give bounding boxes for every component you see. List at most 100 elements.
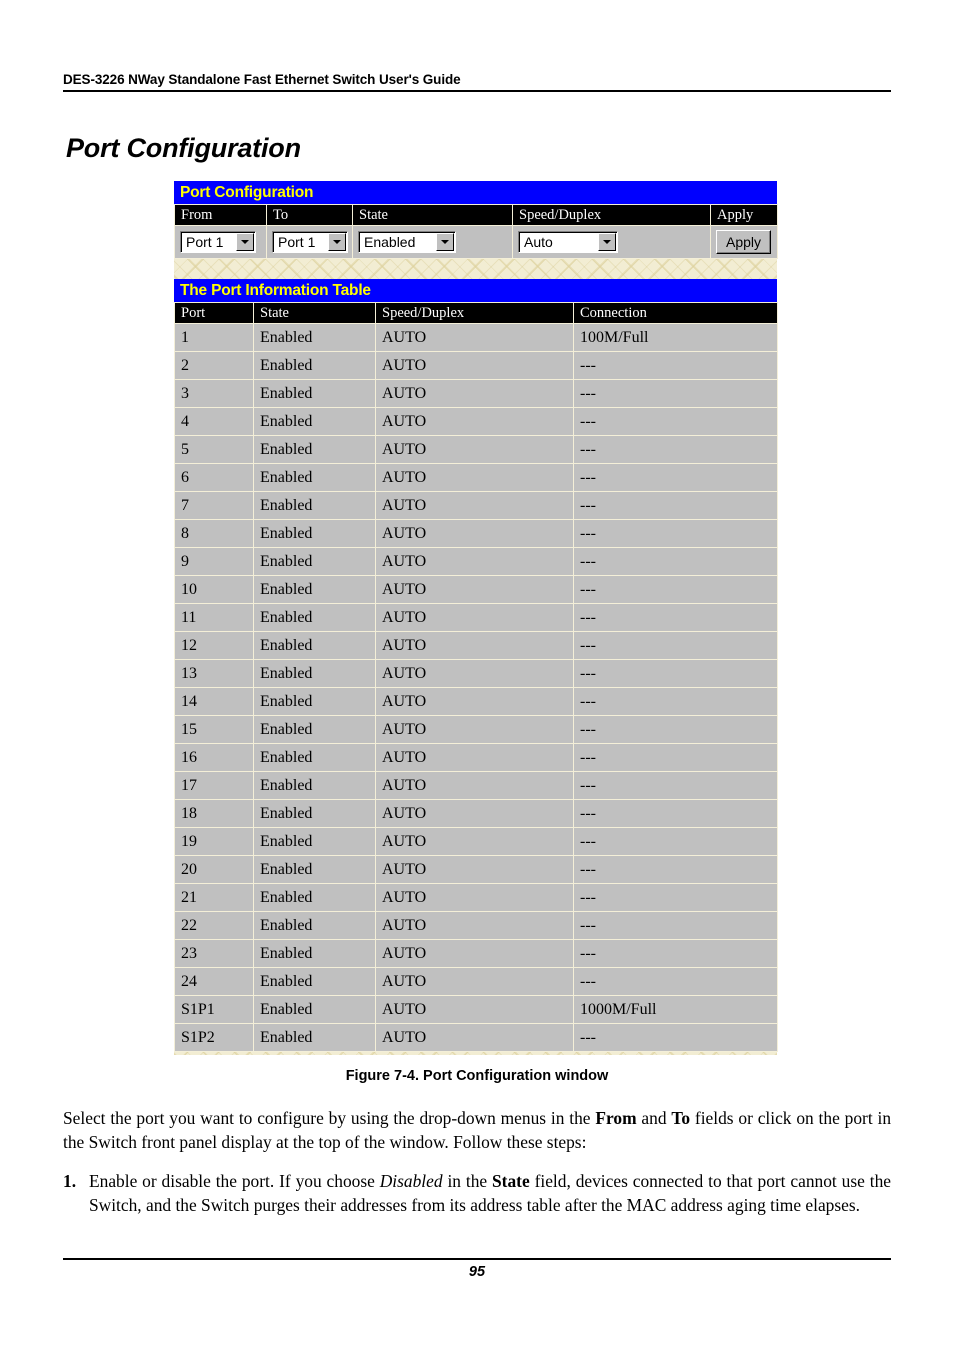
table-row: 3 Enabled AUTO --- [174, 379, 778, 408]
cell-port: 22 [174, 911, 254, 940]
chevron-down-icon[interactable] [328, 233, 346, 251]
intro-to-bold: To [671, 1108, 691, 1128]
cell-connection: --- [573, 715, 778, 744]
column-header-port: Port [174, 302, 254, 324]
cell-state: Enabled [253, 883, 376, 912]
cell-speed-duplex: AUTO [375, 743, 574, 772]
cell-port: S1P2 [174, 1023, 254, 1052]
cell-state: Enabled [253, 939, 376, 968]
panel-spacer [174, 259, 777, 279]
column-header-apply: Apply [710, 204, 778, 226]
from-port-select-value: Port 1 [186, 234, 224, 250]
cell-state: Enabled [253, 771, 376, 800]
cell-state: Enabled [253, 379, 376, 408]
table-row: 21 Enabled AUTO --- [174, 883, 778, 912]
cell-speed-duplex: AUTO [375, 939, 574, 968]
cell-connection: --- [573, 743, 778, 772]
cell-connection: --- [573, 491, 778, 520]
running-header: DES-3226 NWay Standalone Fast Ethernet S… [63, 72, 891, 92]
table-row: 10 Enabled AUTO --- [174, 575, 778, 604]
state-select-value: Enabled [364, 234, 416, 250]
table-row: 7 Enabled AUTO --- [174, 491, 778, 520]
cell-state: Enabled [253, 743, 376, 772]
intro-text-1: Select the port you want to configure by… [63, 1108, 596, 1128]
cell-connection: --- [573, 659, 778, 688]
body-text: Select the port you want to configure by… [63, 1107, 891, 1217]
cell-state: Enabled [253, 1023, 376, 1052]
cell-speed-duplex: AUTO [375, 883, 574, 912]
cell-connection: --- [573, 351, 778, 380]
cell-port: 21 [174, 883, 254, 912]
cell-port: 6 [174, 463, 254, 492]
cell-speed-duplex: AUTO [375, 855, 574, 884]
speed-duplex-select-value: Auto [524, 234, 553, 250]
intro-paragraph: Select the port you want to configure by… [63, 1107, 891, 1154]
cell-state: Enabled [253, 799, 376, 828]
cell-speed-duplex: AUTO [375, 967, 574, 996]
cell-speed-duplex: AUTO [375, 463, 574, 492]
state-select[interactable]: Enabled [358, 231, 456, 253]
cell-port: 7 [174, 491, 254, 520]
step-1: 1. Enable or disable the port. If you cho… [63, 1170, 891, 1217]
cell-port: 14 [174, 687, 254, 716]
cell-state: Enabled [253, 911, 376, 940]
table-row: 5 Enabled AUTO --- [174, 435, 778, 464]
cell-connection: --- [573, 463, 778, 492]
chevron-down-icon[interactable] [236, 233, 254, 251]
cell-state: Enabled [253, 603, 376, 632]
cell-port: 23 [174, 939, 254, 968]
cell-connection: --- [573, 603, 778, 632]
cell-connection: --- [573, 883, 778, 912]
cell-port: 11 [174, 603, 254, 632]
table-row: 19 Enabled AUTO --- [174, 827, 778, 856]
cell-connection: 100M/Full [573, 323, 778, 352]
step-1-number: 1. [63, 1171, 77, 1191]
cell-port: 20 [174, 855, 254, 884]
column-header-connection: Connection [573, 302, 778, 324]
table-row: 11 Enabled AUTO --- [174, 603, 778, 632]
intro-text-2: and [636, 1108, 672, 1128]
to-port-select-value: Port 1 [278, 234, 316, 250]
header-rule [63, 90, 891, 92]
apply-button[interactable]: Apply [716, 230, 772, 254]
step-1-text-2: in the [442, 1171, 493, 1191]
cell-speed-duplex: AUTO [375, 911, 574, 940]
speed-duplex-select[interactable]: Auto [518, 231, 618, 253]
cell-state: Enabled [253, 715, 376, 744]
chevron-down-icon[interactable] [598, 233, 616, 251]
to-port-select[interactable]: Port 1 [272, 231, 348, 253]
cell-state: Enabled [253, 491, 376, 520]
step-1-text-1: Enable or disable the port. If you choos… [89, 1171, 380, 1191]
cell-connection: --- [573, 911, 778, 940]
cell-connection: --- [573, 855, 778, 884]
cell-port: 5 [174, 435, 254, 464]
table-row: 18 Enabled AUTO --- [174, 799, 778, 828]
cell-state: Enabled [253, 519, 376, 548]
form-header-row: From To State Speed/Duplex Apply [174, 204, 778, 226]
cell-port: 18 [174, 799, 254, 828]
cell-port: 10 [174, 575, 254, 604]
running-header-text: DES-3226 NWay Standalone Fast Ethernet S… [63, 72, 461, 87]
chevron-down-icon[interactable] [436, 233, 454, 251]
port-configuration-title-bar: Port Configuration [174, 181, 777, 204]
cell-speed-duplex: AUTO [375, 575, 574, 604]
cell-port: S1P1 [174, 995, 254, 1024]
cell-state: Enabled [253, 575, 376, 604]
cell-connection: --- [573, 547, 778, 576]
table-row: 1 Enabled AUTO 100M/Full [174, 323, 778, 352]
cell-state: Enabled [253, 435, 376, 464]
from-port-select[interactable]: Port 1 [180, 231, 256, 253]
cell-port: 16 [174, 743, 254, 772]
cell-speed-duplex: AUTO [375, 379, 574, 408]
cell-port: 2 [174, 351, 254, 380]
cell-state: Enabled [253, 631, 376, 660]
table-row: 6 Enabled AUTO --- [174, 463, 778, 492]
port-configuration-window: Port Configuration From To State Speed/D… [174, 181, 778, 1055]
table-row: 24 Enabled AUTO --- [174, 967, 778, 996]
cell-connection: --- [573, 939, 778, 968]
apply-cell: Apply [710, 225, 778, 259]
cell-speed-duplex: AUTO [375, 659, 574, 688]
cell-port: 12 [174, 631, 254, 660]
cell-speed-duplex: AUTO [375, 799, 574, 828]
cell-state: Enabled [253, 855, 376, 884]
